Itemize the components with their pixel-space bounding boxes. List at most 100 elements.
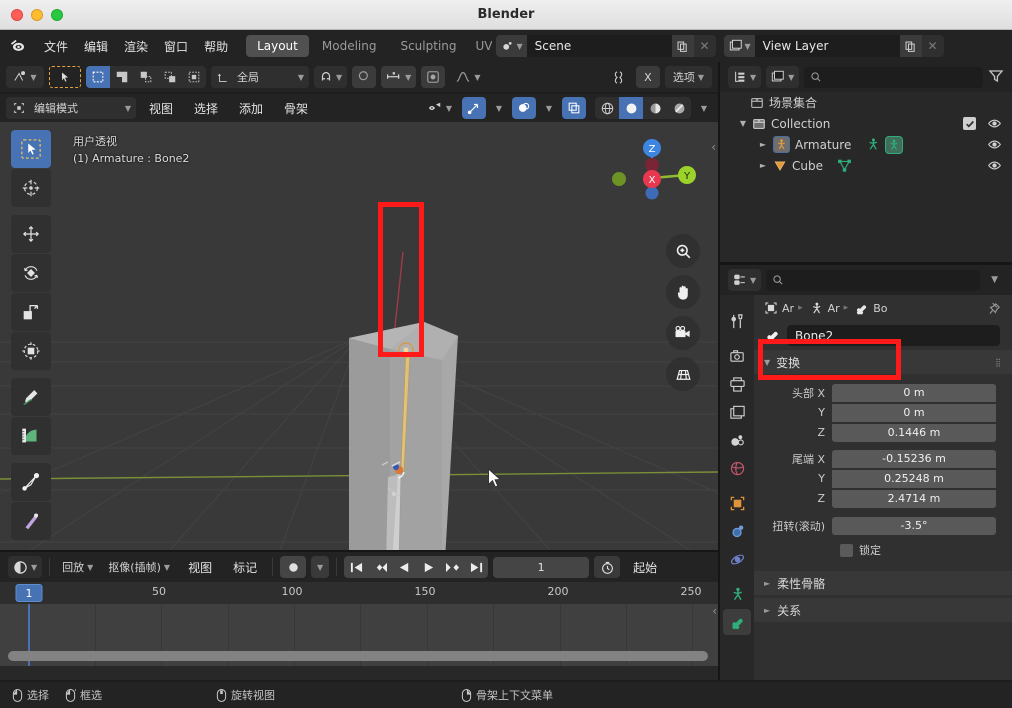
camera-view-icon[interactable]	[666, 316, 700, 350]
object-data-tab[interactable]	[723, 581, 751, 607]
falloff-curve-icon[interactable]: ▼	[450, 66, 485, 88]
gizmo-dropdown[interactable]: ▼	[491, 97, 507, 119]
measure-tool-button[interactable]	[11, 417, 51, 455]
breadcrumb-armature-label[interactable]: Ar	[828, 302, 840, 315]
timeline-ruler[interactable]: 50 100 150 200 250 1	[0, 582, 718, 604]
proportional-edit-icon[interactable]	[352, 66, 376, 88]
select-box-icon[interactable]	[86, 66, 110, 88]
viewport-sidebar-toggle[interactable]: ‹	[711, 140, 716, 154]
viewport-menu-select[interactable]: 选择	[186, 97, 226, 120]
select-subtract-icon[interactable]	[134, 66, 158, 88]
tweak-select-tool-button[interactable]	[49, 66, 81, 88]
timeline-menu-playback[interactable]: 回放▼	[57, 556, 98, 578]
eye-icon[interactable]	[987, 158, 1002, 176]
object-visibility-icon[interactable]: ▼	[422, 97, 457, 119]
outliner-row-scene-collection[interactable]: 场景集合	[720, 92, 1012, 113]
editor-split-right[interactable]	[720, 262, 1012, 265]
timeline-editor[interactable]: ▼ 回放▼ 抠像(插帧)▼ 视图 标记 ▼	[0, 552, 718, 680]
transform-panel-header[interactable]: ▼ 变换 ⣿	[754, 350, 1012, 374]
overlays-dropdown[interactable]: ▼	[541, 97, 557, 119]
timeline-menu-marker[interactable]: 标记	[225, 556, 265, 579]
gizmo-icon[interactable]	[462, 97, 486, 119]
rendered-icon[interactable]	[667, 97, 691, 119]
menu-render[interactable]: 渲染	[116, 35, 156, 58]
scene-tab[interactable]	[723, 427, 751, 453]
scene-selector[interactable]: ▼ Scene ✕	[496, 35, 716, 57]
viewport-options-dropdown[interactable]: 选项 ▼	[665, 66, 712, 88]
chevron-right-icon[interactable]: ►	[764, 606, 770, 615]
menu-edit[interactable]: 编辑	[76, 35, 116, 58]
x-mirror-icon[interactable]	[606, 66, 631, 88]
overlays-icon[interactable]	[512, 97, 536, 119]
editor-split-vertical[interactable]	[718, 62, 720, 680]
properties-editor-icon[interactable]: ▼	[728, 269, 761, 291]
view-layer-icon[interactable]: ▼	[724, 35, 755, 57]
disclosure-armature[interactable]: ►	[756, 140, 770, 149]
select-intersect-icon[interactable]	[158, 66, 182, 88]
chevron-down-icon[interactable]: ▼	[764, 358, 770, 367]
scale-tool-button[interactable]	[11, 293, 51, 331]
lock-checkbox[interactable]	[840, 544, 853, 557]
solid-icon[interactable]	[619, 97, 643, 119]
current-frame-input[interactable]: 1	[493, 557, 589, 578]
viewport-menu-view[interactable]: 视图	[141, 97, 181, 120]
mesh-data-icon[interactable]	[837, 158, 852, 173]
output-tab[interactable]	[723, 371, 751, 397]
select-extend-icon[interactable]	[110, 66, 134, 88]
timeline-track[interactable]: ‹	[0, 604, 718, 666]
timeline-horizontal-scrollbar[interactable]	[8, 651, 708, 661]
object-square-icon[interactable]	[764, 301, 778, 315]
chevron-right-icon[interactable]: ►	[764, 579, 770, 588]
view-layer-unlink-button[interactable]: ✕	[922, 35, 944, 57]
timeline-editor-icon[interactable]: ▼	[8, 556, 42, 578]
funnel-icon[interactable]	[988, 68, 1004, 87]
tweak-tool-button[interactable]	[11, 130, 51, 168]
armature-data-icon[interactable]	[865, 137, 880, 152]
start-frame-label[interactable]: 起始	[625, 556, 665, 579]
wireframe-icon[interactable]	[595, 97, 619, 119]
viewport-menu-add[interactable]: 添加	[231, 97, 271, 120]
tab-modeling[interactable]: Modeling	[311, 35, 388, 57]
head-z-value[interactable]: 0.1446 m	[832, 424, 996, 442]
timeline-menu-view[interactable]: 视图	[180, 556, 220, 579]
properties-options-dropdown[interactable]: ▼	[985, 275, 1004, 285]
bone-name-input[interactable]: Bone2	[787, 325, 1000, 346]
auto-keying-button[interactable]	[280, 556, 306, 578]
breadcrumb-object-label[interactable]: Ar	[782, 302, 794, 315]
view-layer-tab[interactable]	[723, 399, 751, 425]
relations-panel-header[interactable]: ► 关系	[754, 598, 1012, 622]
collection-checkbox[interactable]	[963, 117, 976, 130]
mirror-axis-x-button[interactable]: X	[636, 66, 660, 88]
jump-end-icon[interactable]	[464, 556, 488, 578]
outliner-editor[interactable]: ▼ ▼ 场景集合	[720, 62, 1012, 262]
head-y-value[interactable]: 0 m	[832, 404, 996, 422]
tail-z-value[interactable]: 2.4714 m	[832, 490, 996, 508]
lock-row[interactable]: 锁定	[754, 539, 1012, 561]
armature-data-icon[interactable]	[809, 301, 824, 316]
outliner-display-mode-icon[interactable]: ▼	[728, 66, 761, 88]
outliner-search-input[interactable]	[804, 67, 983, 88]
prev-keyframe-icon[interactable]	[368, 556, 392, 578]
properties-editor[interactable]: ▼ ▼	[720, 265, 1012, 680]
bone-size-tool-button[interactable]	[11, 502, 51, 540]
viewport-menu-armature[interactable]: 骨架	[276, 97, 316, 120]
outliner-row-collection[interactable]: ▼ Collection	[720, 113, 1012, 134]
outliner-tree[interactable]: 场景集合 ▼ Collection ►	[720, 92, 1012, 176]
snap-magnet-icon[interactable]: ▼	[314, 66, 347, 88]
pin-icon[interactable]	[987, 301, 1002, 316]
select-difference-icon[interactable]	[182, 66, 206, 88]
eye-icon[interactable]	[987, 116, 1002, 134]
move-tool-button[interactable]	[11, 215, 51, 253]
properties-search-input[interactable]	[766, 270, 980, 291]
bone-tab[interactable]	[723, 609, 751, 635]
modifier-tab[interactable]	[723, 518, 751, 544]
world-tab[interactable]	[723, 455, 751, 481]
zoom-icon[interactable]	[666, 234, 700, 268]
bendy-bones-panel-header[interactable]: ► 柔性骨骼	[754, 571, 1012, 595]
rotate-tool-button[interactable]	[11, 254, 51, 292]
auto-keying-dropdown[interactable]: ▼	[311, 556, 329, 578]
extrude-bone-tool-button[interactable]	[11, 463, 51, 501]
xray-icon[interactable]	[562, 97, 586, 119]
properties-body[interactable]: Ar ▸ Ar ▸ Bo	[754, 295, 1012, 680]
jump-start-icon[interactable]	[344, 556, 368, 578]
